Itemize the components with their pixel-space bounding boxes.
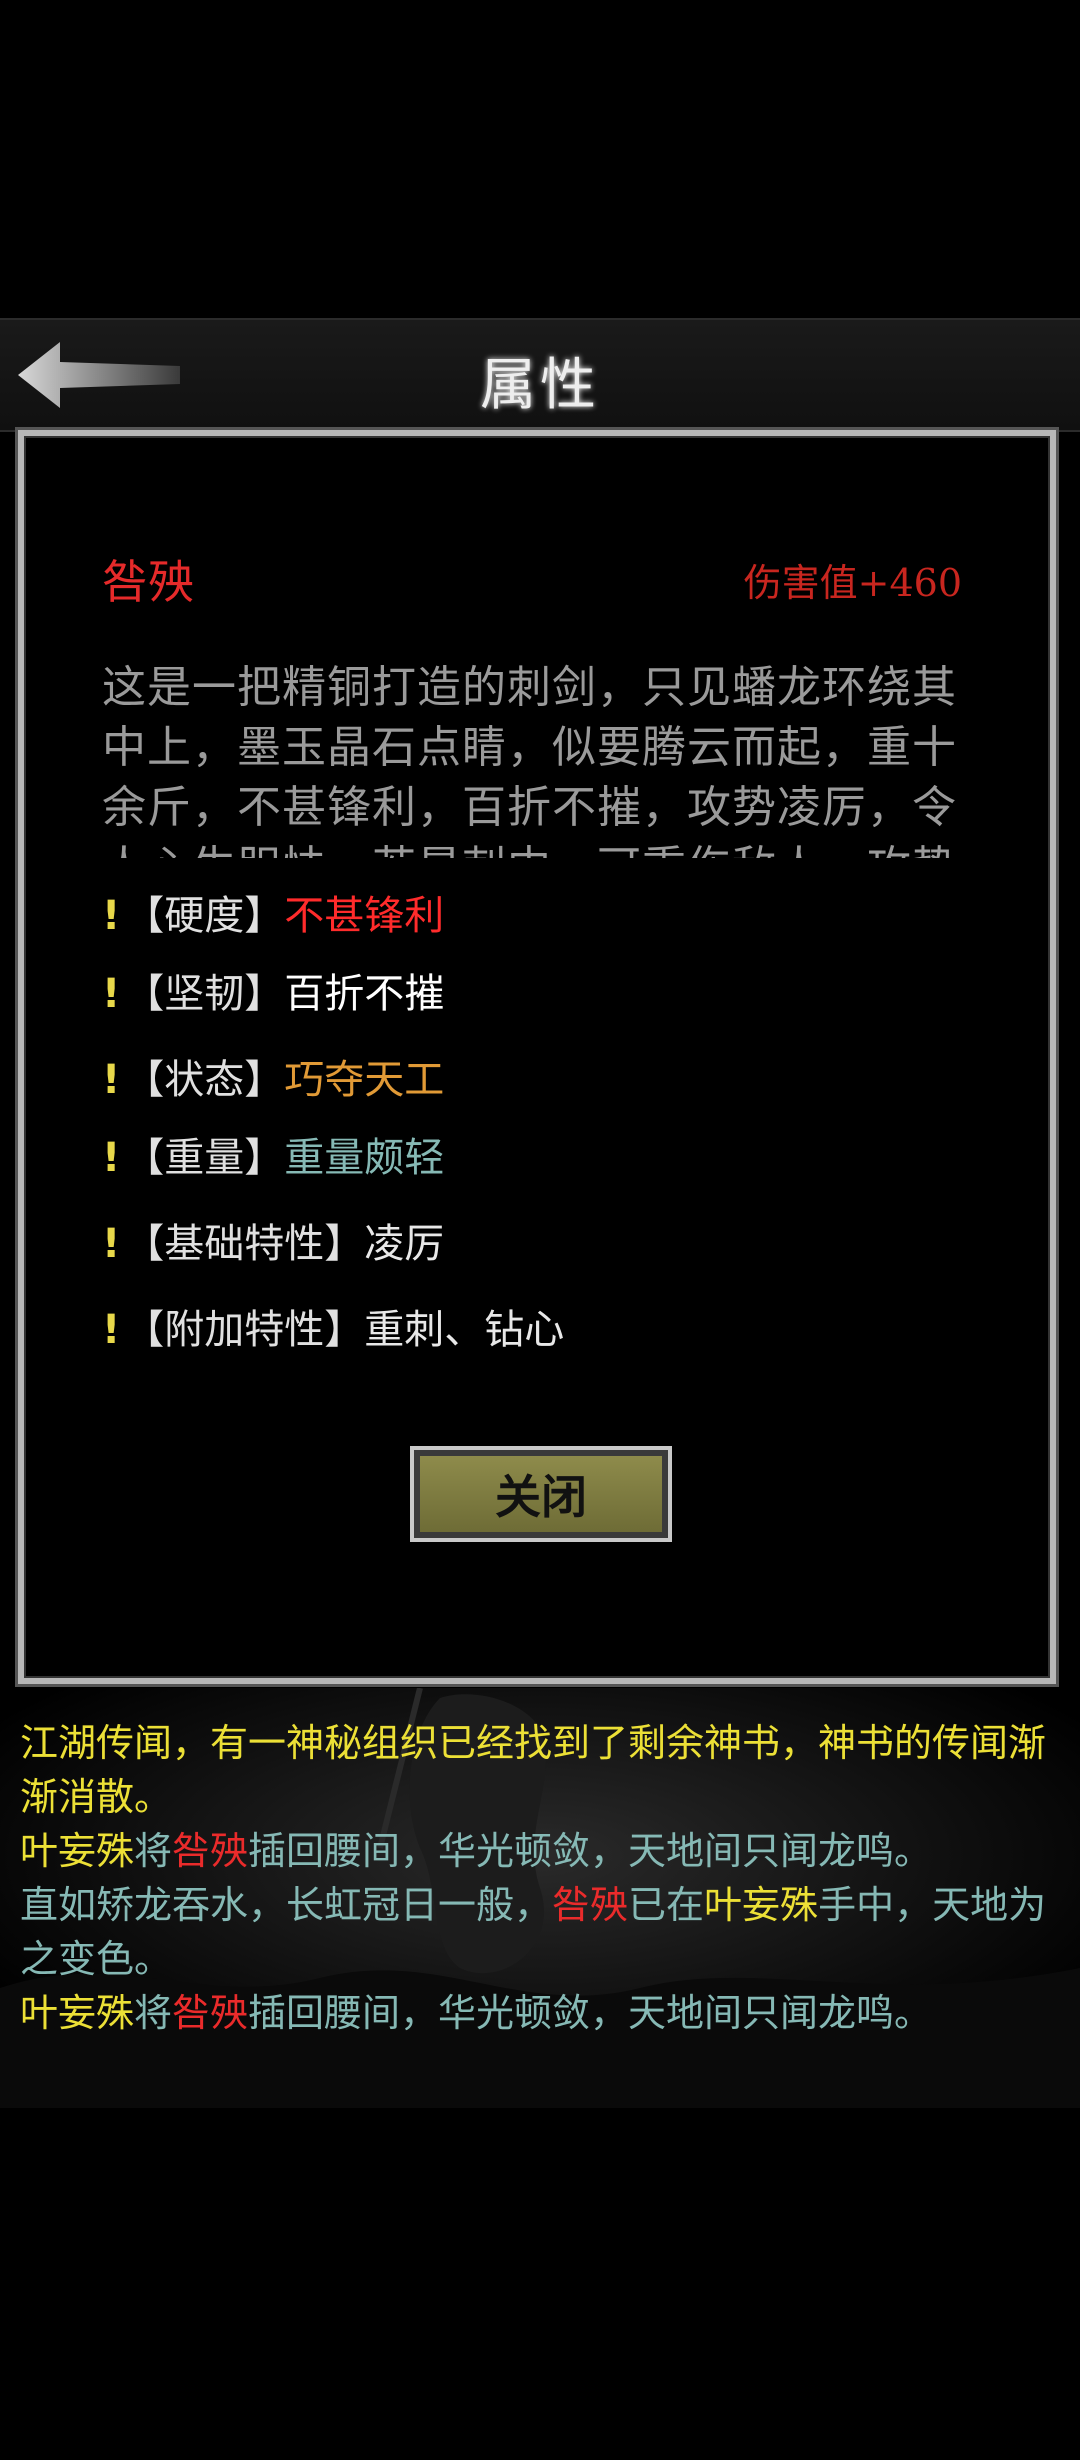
attr-row-toughness: ! 【坚韧】百折不摧 bbox=[102, 964, 444, 1024]
item-name: 咎殃 bbox=[102, 555, 194, 609]
event-log: 江湖传闻，有一神秘组织已经找到了剩余神书，神书的传闻渐渐消散。 叶妄殊将咎殃插回… bbox=[20, 1716, 1060, 2040]
log-text: 插回腰间，华光顿敛，天地间只闻龙鸣。 bbox=[248, 1991, 933, 2035]
damage-value: 伤害值+460 bbox=[743, 561, 962, 605]
log-text: 直如矫龙吞水，长虹冠日一般， bbox=[20, 1883, 553, 1927]
log-line: 直如矫龙吞水，长虹冠日一般，咎殃已在叶妄殊手中，天地为之变色。 bbox=[20, 1878, 1060, 1986]
log-text: 将 bbox=[134, 1991, 173, 2035]
item-name-inline: 咎殃 bbox=[172, 1991, 249, 2035]
character-name: 叶妄殊 bbox=[704, 1883, 819, 1927]
log-line: 江湖传闻，有一神秘组织已经找到了剩余神书，神书的传闻渐渐消散。 bbox=[20, 1721, 1047, 1819]
attr-key: 【基础特性】 bbox=[124, 1221, 365, 1267]
item-description[interactable]: 这是一把精铜打造的刺剑，只见蟠龙环绕其中上，墨玉晶石点睛，似要腾云而起，重十余斤… bbox=[102, 658, 982, 858]
exclamation-icon: ! bbox=[102, 893, 121, 939]
attr-value: 巧夺天工 bbox=[284, 1057, 445, 1103]
log-line: 叶妄殊将咎殃插回腰间，华光顿敛，天地间只闻龙鸣。 bbox=[20, 1986, 1060, 2040]
attr-key: 【硬度】 bbox=[124, 893, 285, 939]
exclamation-icon: ! bbox=[102, 1135, 121, 1181]
attr-key: 【附加特性】 bbox=[124, 1307, 365, 1353]
attr-key: 【重量】 bbox=[124, 1135, 285, 1181]
item-name-inline: 咎殃 bbox=[552, 1883, 629, 1927]
character-name: 叶妄殊 bbox=[20, 1829, 135, 1873]
log-text: 已在 bbox=[628, 1883, 705, 1927]
character-name: 叶妄殊 bbox=[20, 1991, 135, 2035]
attr-value: 重刺、钻心 bbox=[364, 1307, 565, 1353]
exclamation-icon: ! bbox=[102, 1221, 121, 1267]
exclamation-icon: ! bbox=[102, 1307, 121, 1353]
attr-row-hardness: ! 【硬度】不甚锋利 bbox=[102, 886, 444, 946]
attr-row-weight: ! 【重量】重量颇轻 bbox=[102, 1128, 444, 1188]
attr-value: 凌厉 bbox=[364, 1221, 445, 1267]
page-title: 属性 bbox=[480, 353, 600, 418]
log-text: 将 bbox=[134, 1829, 173, 1873]
attr-value: 重量颇轻 bbox=[284, 1135, 445, 1181]
close-button[interactable]: 关闭 bbox=[410, 1446, 672, 1542]
item-name-inline: 咎殃 bbox=[172, 1829, 249, 1873]
attr-key: 【坚韧】 bbox=[124, 971, 285, 1017]
attr-row-status: ! 【状态】巧夺天工 bbox=[102, 1050, 444, 1110]
exclamation-icon: ! bbox=[102, 971, 121, 1017]
log-line: 叶妄殊将咎殃插回腰间，华光顿敛，天地间只闻龙鸣。 bbox=[20, 1824, 1060, 1878]
attr-value: 百折不摧 bbox=[284, 971, 445, 1017]
header-bar: 属性 bbox=[0, 318, 1080, 432]
item-detail-panel: 咎殃 伤害值+460 这是一把精铜打造的刺剑，只见蟠龙环绕其中上，墨玉晶石点睛，… bbox=[18, 430, 1056, 1684]
exclamation-icon: ! bbox=[102, 1057, 121, 1103]
attr-value: 不甚锋利 bbox=[284, 893, 445, 939]
close-button-label: 关闭 bbox=[420, 1456, 662, 1532]
attr-row-extra-trait: ! 【附加特性】重刺、钻心 bbox=[102, 1300, 564, 1360]
attr-key: 【状态】 bbox=[124, 1057, 285, 1103]
log-text: 插回腰间，华光顿敛，天地间只闻龙鸣。 bbox=[248, 1829, 933, 1873]
attr-row-base-trait: ! 【基础特性】凌厉 bbox=[102, 1214, 444, 1274]
